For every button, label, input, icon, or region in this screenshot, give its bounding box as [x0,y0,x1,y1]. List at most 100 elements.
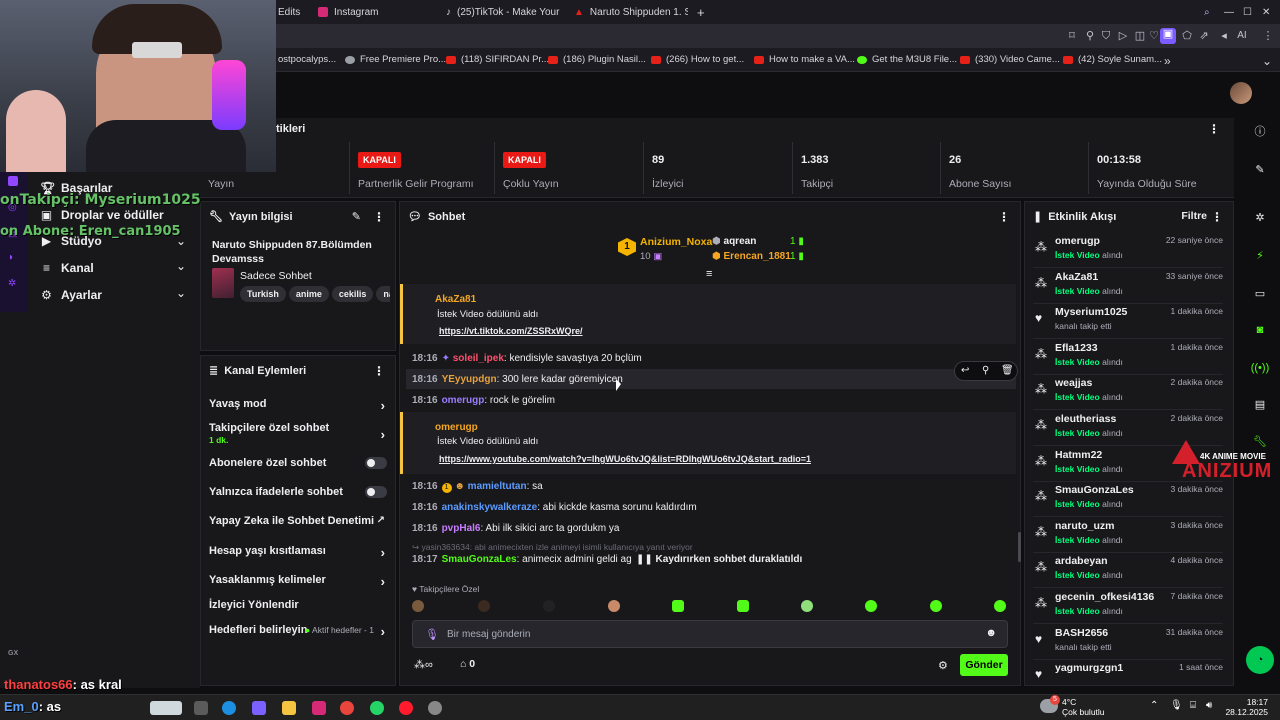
chat-icon[interactable]: ◗ [8,252,14,263]
emote-icon[interactable] [930,600,942,612]
chrome-icon[interactable] [340,701,354,715]
send-button[interactable]: Gönder [960,654,1008,676]
weather-desc[interactable]: Çok bulutlu [1062,707,1105,717]
chat-username[interactable]: AkaZa81 [435,294,476,305]
activity-username[interactable]: gecenin_ofkesi4136 [1055,591,1154,603]
tab-edits[interactable]: Edits [278,3,308,21]
activity-username[interactable]: omerugp [1055,235,1100,247]
activity-username[interactable]: Myserium1025 [1055,306,1127,318]
activity-username[interactable]: naruto_uzm [1055,520,1115,532]
weather-temp[interactable]: 4°C [1062,697,1076,707]
chat-input[interactable]: 🎙︎ Bir mesaj gönderin ☻ [412,620,1008,648]
more-icon[interactable]: ⋮ [1208,122,1220,136]
puzzle-icon[interactable]: ⬠ [1181,30,1193,42]
activity-item[interactable]: ⁂ Efla1233 1 dakika önce İstek Video alındı [1033,339,1223,375]
task-view-icon[interactable] [194,701,208,715]
tag[interactable]: cekilis [331,286,374,302]
raid-action[interactable]: İzleyici Yönlendir [209,599,387,611]
search-icon[interactable]: ⌕ [1204,3,1216,21]
chat-username[interactable]: mamieltutan [468,481,527,492]
more-icon[interactable]: ⋮ [373,364,385,378]
minimize-button[interactable]: — [1224,3,1236,21]
tab-instagram[interactable]: Instagram [318,3,428,21]
emote-icon[interactable] [608,600,620,612]
twitch-icon[interactable] [8,176,18,186]
layout-icon[interactable]: ▤ [1246,393,1274,417]
sidebar-item-channel[interactable]: ≡ Kanal [40,261,94,275]
bookmark-item[interactable]: (266) How to get... [651,54,744,65]
followers-only-action[interactable]: Takipçilere özel sohbet › 1 dk. [209,422,387,445]
pencil-icon[interactable]: ✎ [1246,158,1274,182]
chevron-down-icon[interactable]: ⌄ [176,259,186,273]
close-button[interactable]: ✕ [1262,3,1274,21]
opera-gx-icon[interactable] [399,701,413,715]
emote-icon[interactable] [801,600,813,612]
more-icon[interactable]: ⋮ [373,210,385,224]
emote-icon[interactable] [478,600,490,612]
ai-moderation-action[interactable]: Yapay Zeka ile Sohbet Denetimi ↗ [209,515,387,527]
reply-icon[interactable]: ↩ [961,365,969,376]
activity-item[interactable]: ⁂ naruto_uzm 3 dakika önce İstek Video alın… [1033,517,1223,553]
activity-username[interactable]: Efla1233 [1055,342,1098,354]
folder-icon[interactable] [282,701,296,715]
subscribers-only-toggle[interactable] [365,457,387,469]
heart-icon[interactable]: ♡ [1148,30,1160,42]
emote-icon[interactable] [543,600,555,612]
pin-icon[interactable]: ⚲ [1084,30,1096,42]
activity-item[interactable]: ⁂ omerugp 22 saniye önce İstek Video alındı [1033,232,1223,268]
slow-mode-action[interactable]: Yavaş mod › [209,398,387,413]
shield-icon[interactable]: ⛉ [1100,30,1112,42]
bookmark-item[interactable]: (330) Video Came... [960,54,1060,65]
chat-link[interactable]: https://www.youtube.com/watch?v=lhgWUo6t… [439,454,811,464]
chevron-down-icon[interactable]: ⌄ [176,286,186,300]
gear-icon[interactable]: ⚙ [938,659,948,672]
emote-icon[interactable] [865,600,877,612]
sidebar-item-drops[interactable]: ▣ Droplar ve ödüller [40,208,164,222]
volume-icon[interactable]: 🔊︎ [1206,700,1212,711]
third-gifter[interactable]: ⬢ Erencan_1881 [712,251,791,262]
activity-username[interactable]: AkaZa81 [1055,271,1098,283]
text-direction-icon[interactable]: ◂ [1218,30,1230,42]
bookmark-item[interactable]: Get the M3U8 File... [857,54,957,65]
help-button[interactable]: ◔ [1246,646,1274,674]
info-icon[interactable]: ⓘ [1246,120,1274,144]
tab-tiktok[interactable]: ♪ (25)TikTok - Make Your D [446,3,562,21]
activity-username[interactable]: Hatmm22 [1055,449,1102,461]
activity-username[interactable]: weajjas [1055,377,1092,389]
menu-icon[interactable]: ⋮ [1262,30,1274,42]
steam-icon[interactable] [428,701,442,715]
tag[interactable]: Turkish [240,286,286,302]
document-icon[interactable]: ▭ [1246,282,1274,306]
chevron-up-icon[interactable]: ⌃ [1150,700,1158,711]
more-bookmarks-icon[interactable]: » [1164,54,1171,68]
copilot-icon[interactable] [252,701,266,715]
chat-username[interactable]: pvpHal6 [442,523,481,534]
broadcast-icon[interactable]: ((•)) [1246,356,1274,380]
edge-icon[interactable] [222,701,236,715]
ai-button[interactable]: AI [1232,30,1252,42]
activity-username[interactable]: BASH2656 [1055,627,1108,639]
more-icon[interactable]: ⋮ [1211,210,1223,224]
sidebar-item-settings[interactable]: ⚙ Ayarlar [40,288,102,302]
activity-item[interactable]: ⁂ gecenin_ofkesi4136 7 dakika önce İstek Vi… [1033,588,1223,624]
chat-icon[interactable]: ◙ [1246,318,1274,342]
maximize-button[interactable]: ☐ [1243,3,1255,21]
pin-icon[interactable]: ⚲ [982,365,989,376]
microphone-icon[interactable]: 🎙︎ [425,628,439,641]
activity-username[interactable]: eleutheriass [1055,413,1116,425]
chat-link[interactable]: https://vt.tiktok.com/ZSSRxWQre/ [439,326,583,336]
goals-action[interactable]: Hedefleri belirleyin ● Aktif hedefler - … [209,624,387,639]
emote-icon[interactable] [412,600,424,612]
network-icon[interactable]: ⌸ [1190,700,1196,711]
chat-scrollbar[interactable] [1018,532,1021,562]
chat-username[interactable]: SmauGonzaLes [442,554,517,565]
activity-item[interactable]: ⁂ ardabeyan 4 dakika önce İstek Video alınd… [1033,552,1223,589]
activity-item[interactable]: ♥ Myserium1025 1 dakika önce kanalı takip e… [1033,303,1223,340]
trash-icon[interactable]: 🗑︎ [1001,365,1014,376]
emoji-icon[interactable]: ☻ [985,627,997,639]
snapshot-icon[interactable]: ◫ [1134,30,1146,42]
bookmark-item[interactable]: (186) Plugin Nasil... [548,54,646,65]
collapse-icon[interactable]: ⌄ [1262,54,1272,68]
bookmark-item[interactable]: Free Premiere Pro... [345,54,446,65]
tag[interactable]: anime [288,286,329,302]
